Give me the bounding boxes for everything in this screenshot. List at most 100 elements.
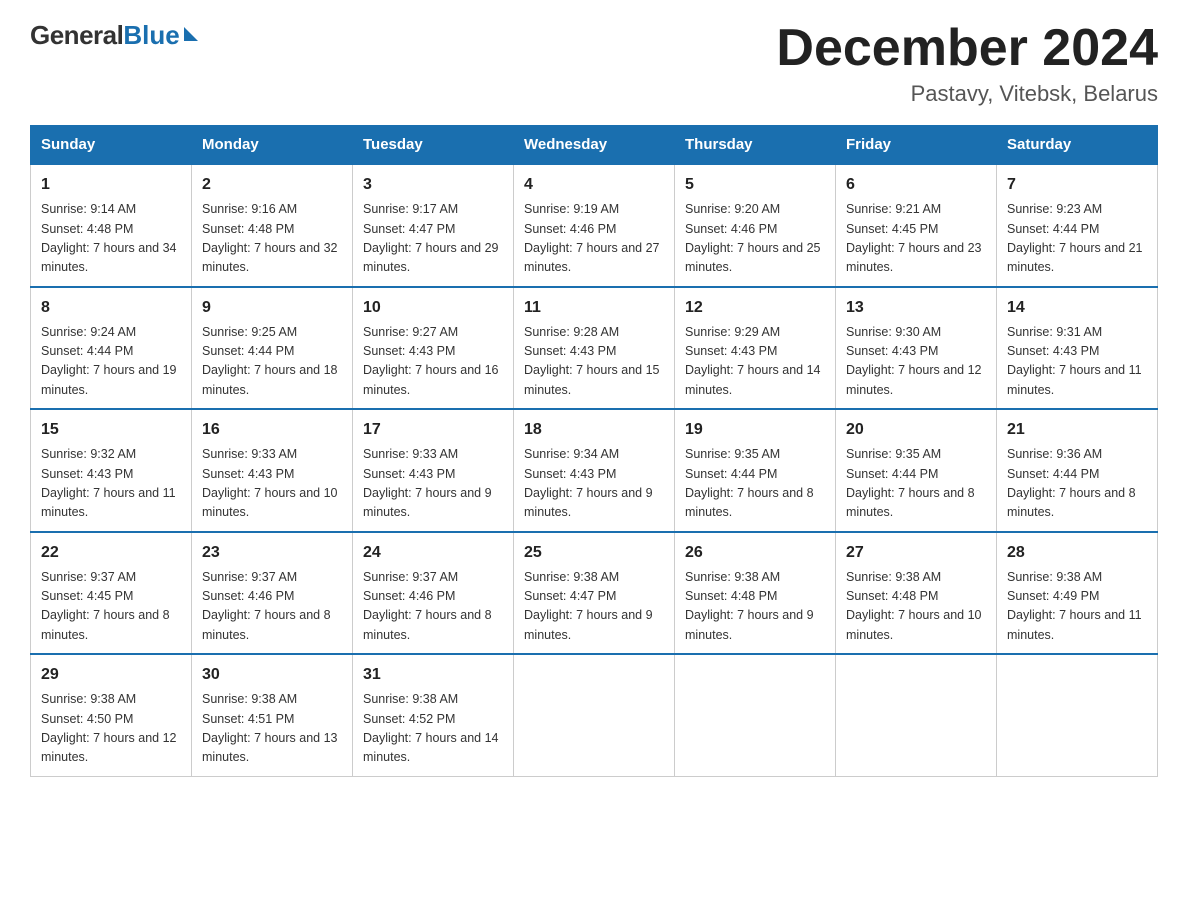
week-row-5: 29Sunrise: 9:38 AMSunset: 4:50 PMDayligh… <box>31 654 1158 776</box>
day-cell-27: 27Sunrise: 9:38 AMSunset: 4:48 PMDayligh… <box>836 532 997 655</box>
logo: General Blue <box>30 20 198 51</box>
day-number: 17 <box>363 418 503 442</box>
day-info: Sunrise: 9:35 AMSunset: 4:44 PMDaylight:… <box>846 445 986 523</box>
day-number: 1 <box>41 173 181 197</box>
week-row-3: 15 Sunrise: 9:32 AMSunset: 4:43 PMDayligh… <box>31 409 1158 532</box>
day-info: Sunrise: 9:34 AMSunset: 4:43 PMDaylight:… <box>524 445 664 523</box>
calendar-table: SundayMondayTuesdayWednesdayThursdayFrid… <box>30 125 1158 777</box>
weekday-header-monday: Monday <box>192 126 353 165</box>
day-number: 7 <box>1007 173 1147 197</box>
day-cell-13: 13 Sunrise: 9:30 AMSunset: 4:43 PMDayligh… <box>836 287 997 410</box>
day-info: Sunrise: 9:37 AMSunset: 4:45 PMDaylight:… <box>41 568 181 646</box>
logo-triangle-icon <box>184 27 198 41</box>
day-info: Sunrise: 9:32 AMSunset: 4:43 PMDaylight:… <box>41 445 181 523</box>
day-number: 10 <box>363 296 503 320</box>
day-cell-25: 25 Sunrise: 9:38 AMSunset: 4:47 PMDayligh… <box>514 532 675 655</box>
day-number: 29 <box>41 663 181 687</box>
day-cell-3: 3Sunrise: 9:17 AMSunset: 4:47 PMDaylight… <box>353 164 514 287</box>
month-title: December 2024 <box>776 20 1158 77</box>
day-cell-8: 8Sunrise: 9:24 AMSunset: 4:44 PMDaylight… <box>31 287 192 410</box>
day-number: 6 <box>846 173 986 197</box>
day-info: Sunrise: 9:33 AMSunset: 4:43 PMDaylight:… <box>202 445 342 523</box>
day-number: 9 <box>202 296 342 320</box>
day-info: Sunrise: 9:38 AMSunset: 4:47 PMDaylight:… <box>524 568 664 646</box>
logo-blue-block: Blue <box>123 20 197 51</box>
day-info: Sunrise: 9:23 AMSunset: 4:44 PMDaylight:… <box>1007 200 1147 278</box>
day-info: Sunrise: 9:38 AMSunset: 4:52 PMDaylight:… <box>363 690 503 768</box>
day-cell-1: 1Sunrise: 9:14 AMSunset: 4:48 PMDaylight… <box>31 164 192 287</box>
day-info: Sunrise: 9:17 AMSunset: 4:47 PMDaylight:… <box>363 200 503 278</box>
day-info: Sunrise: 9:16 AMSunset: 4:48 PMDaylight:… <box>202 200 342 278</box>
day-cell-28: 28 Sunrise: 9:38 AMSunset: 4:49 PMDayligh… <box>997 532 1158 655</box>
day-number: 12 <box>685 296 825 320</box>
weekday-header-row: SundayMondayTuesdayWednesdayThursdayFrid… <box>31 126 1158 165</box>
day-number: 20 <box>846 418 986 442</box>
day-info: Sunrise: 9:20 AMSunset: 4:46 PMDaylight:… <box>685 200 825 278</box>
day-number: 16 <box>202 418 342 442</box>
logo-blue-text: Blue <box>123 20 179 51</box>
day-info: Sunrise: 9:37 AMSunset: 4:46 PMDaylight:… <box>202 568 342 646</box>
day-cell-22: 22 Sunrise: 9:37 AMSunset: 4:45 PMDayligh… <box>31 532 192 655</box>
weekday-header-wednesday: Wednesday <box>514 126 675 165</box>
location-title: Pastavy, Vitebsk, Belarus <box>776 81 1158 107</box>
day-number: 28 <box>1007 541 1147 565</box>
page-header: General Blue December 2024 Pastavy, Vite… <box>30 20 1158 107</box>
day-number: 27 <box>846 541 986 565</box>
day-number: 5 <box>685 173 825 197</box>
day-number: 25 <box>524 541 664 565</box>
day-info: Sunrise: 9:33 AMSunset: 4:43 PMDaylight:… <box>363 445 503 523</box>
day-cell-20: 20 Sunrise: 9:35 AMSunset: 4:44 PMDayligh… <box>836 409 997 532</box>
day-number: 24 <box>363 541 503 565</box>
day-info: Sunrise: 9:37 AMSunset: 4:46 PMDaylight:… <box>363 568 503 646</box>
day-cell-18: 18 Sunrise: 9:34 AMSunset: 4:43 PMDayligh… <box>514 409 675 532</box>
day-number: 13 <box>846 296 986 320</box>
week-row-1: 1Sunrise: 9:14 AMSunset: 4:48 PMDaylight… <box>31 164 1158 287</box>
day-cell-31: 31 Sunrise: 9:38 AMSunset: 4:52 PMDayligh… <box>353 654 514 776</box>
empty-cell <box>836 654 997 776</box>
day-number: 11 <box>524 296 664 320</box>
day-cell-23: 23Sunrise: 9:37 AMSunset: 4:46 PMDayligh… <box>192 532 353 655</box>
day-number: 31 <box>363 663 503 687</box>
weekday-header-saturday: Saturday <box>997 126 1158 165</box>
day-info: Sunrise: 9:38 AMSunset: 4:51 PMDaylight:… <box>202 690 342 768</box>
day-number: 15 <box>41 418 181 442</box>
day-cell-12: 12 Sunrise: 9:29 AMSunset: 4:43 PMDayligh… <box>675 287 836 410</box>
day-number: 22 <box>41 541 181 565</box>
day-cell-16: 16 Sunrise: 9:33 AMSunset: 4:43 PMDayligh… <box>192 409 353 532</box>
weekday-header-tuesday: Tuesday <box>353 126 514 165</box>
day-cell-26: 26Sunrise: 9:38 AMSunset: 4:48 PMDayligh… <box>675 532 836 655</box>
logo-general-text: General <box>30 20 123 51</box>
weekday-header-thursday: Thursday <box>675 126 836 165</box>
day-info: Sunrise: 9:36 AMSunset: 4:44 PMDaylight:… <box>1007 445 1147 523</box>
day-info: Sunrise: 9:19 AMSunset: 4:46 PMDaylight:… <box>524 200 664 278</box>
day-info: Sunrise: 9:29 AMSunset: 4:43 PMDaylight:… <box>685 323 825 401</box>
day-cell-15: 15 Sunrise: 9:32 AMSunset: 4:43 PMDayligh… <box>31 409 192 532</box>
day-cell-10: 10 Sunrise: 9:27 AMSunset: 4:43 PMDayligh… <box>353 287 514 410</box>
weekday-header-sunday: Sunday <box>31 126 192 165</box>
day-cell-30: 30Sunrise: 9:38 AMSunset: 4:51 PMDayligh… <box>192 654 353 776</box>
day-cell-17: 17 Sunrise: 9:33 AMSunset: 4:43 PMDayligh… <box>353 409 514 532</box>
day-info: Sunrise: 9:38 AMSunset: 4:49 PMDaylight:… <box>1007 568 1147 646</box>
day-number: 14 <box>1007 296 1147 320</box>
day-info: Sunrise: 9:24 AMSunset: 4:44 PMDaylight:… <box>41 323 181 401</box>
day-cell-9: 9 Sunrise: 9:25 AMSunset: 4:44 PMDaylight… <box>192 287 353 410</box>
day-info: Sunrise: 9:25 AMSunset: 4:44 PMDaylight:… <box>202 323 342 401</box>
week-row-2: 8Sunrise: 9:24 AMSunset: 4:44 PMDaylight… <box>31 287 1158 410</box>
day-info: Sunrise: 9:27 AMSunset: 4:43 PMDaylight:… <box>363 323 503 401</box>
day-info: Sunrise: 9:28 AMSunset: 4:43 PMDaylight:… <box>524 323 664 401</box>
day-info: Sunrise: 9:30 AMSunset: 4:43 PMDaylight:… <box>846 323 986 401</box>
day-cell-14: 14Sunrise: 9:31 AMSunset: 4:43 PMDayligh… <box>997 287 1158 410</box>
day-cell-24: 24 Sunrise: 9:37 AMSunset: 4:46 PMDayligh… <box>353 532 514 655</box>
week-row-4: 22 Sunrise: 9:37 AMSunset: 4:45 PMDayligh… <box>31 532 1158 655</box>
day-number: 26 <box>685 541 825 565</box>
title-block: December 2024 Pastavy, Vitebsk, Belarus <box>776 20 1158 107</box>
weekday-header-friday: Friday <box>836 126 997 165</box>
day-number: 18 <box>524 418 664 442</box>
day-number: 21 <box>1007 418 1147 442</box>
day-number: 4 <box>524 173 664 197</box>
day-number: 19 <box>685 418 825 442</box>
day-cell-2: 2Sunrise: 9:16 AMSunset: 4:48 PMDaylight… <box>192 164 353 287</box>
day-cell-4: 4 Sunrise: 9:19 AMSunset: 4:46 PMDaylight… <box>514 164 675 287</box>
day-cell-6: 6Sunrise: 9:21 AMSunset: 4:45 PMDaylight… <box>836 164 997 287</box>
day-cell-5: 5 Sunrise: 9:20 AMSunset: 4:46 PMDaylight… <box>675 164 836 287</box>
